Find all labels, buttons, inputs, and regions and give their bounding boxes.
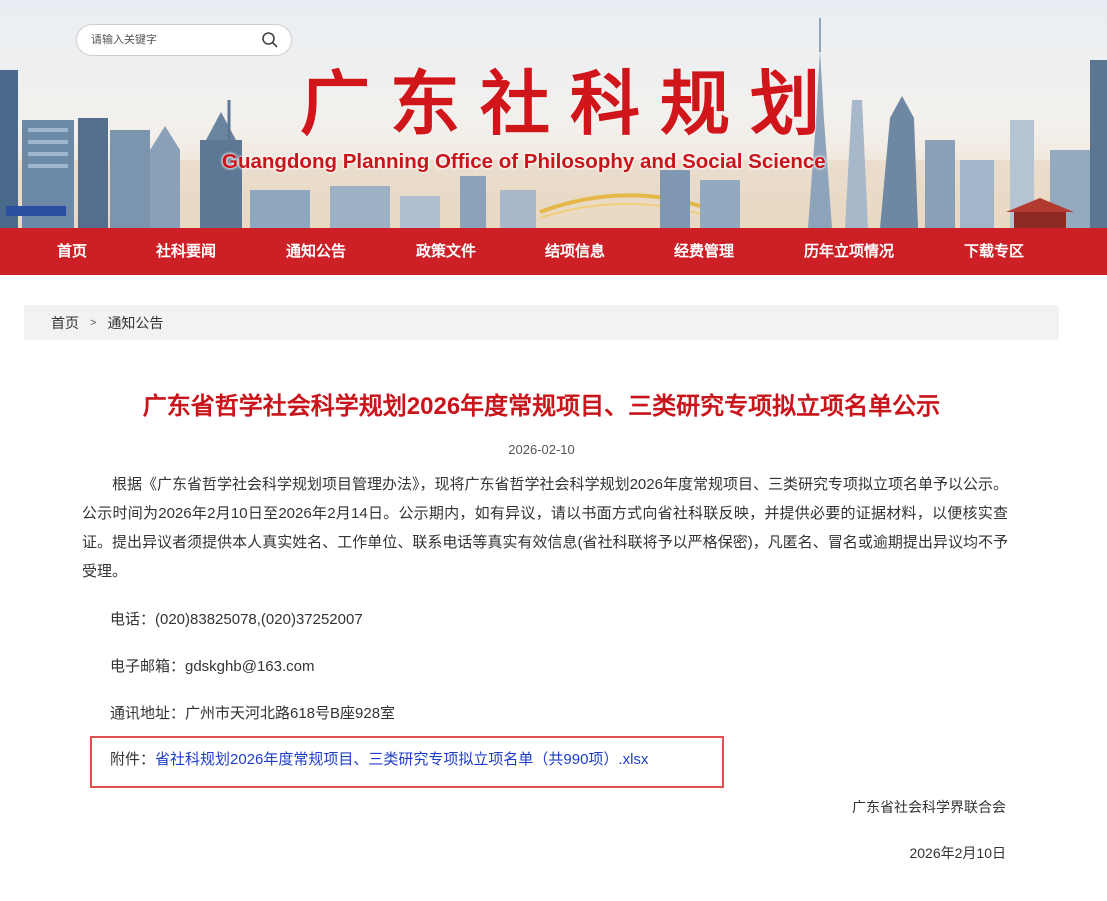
breadcrumb-home-link[interactable]: 首页	[51, 313, 79, 333]
nav-item-downloads[interactable]: 下载专区	[964, 228, 1024, 275]
site-title: 广东社科规划	[300, 62, 840, 145]
article-date: 2026-02-10	[508, 442, 575, 457]
article-title: 广东省哲学社会科学规划2026年度常规项目、三类研究专项拟立项名单公示	[142, 393, 941, 420]
search-input[interactable]	[91, 34, 261, 46]
site-subtitle: Guangdong Planning Office of Philosophy …	[222, 150, 826, 173]
signature-organization: 广东省社会科学界联合会	[852, 799, 1006, 815]
breadcrumb-separator: >	[90, 316, 97, 329]
nav-item-history[interactable]: 历年立项情况	[804, 228, 894, 275]
signature-date: 2026年2月10日	[909, 845, 1006, 861]
article-body: 根据《广东省哲学社会科学规划项目管理办法》，现将广东省哲学社会科学规划2026年…	[82, 476, 1008, 580]
nav-item-policy[interactable]: 政策文件	[416, 228, 476, 275]
search-icon[interactable]	[261, 31, 279, 49]
search-box	[76, 24, 292, 56]
nav-item-home[interactable]: 首页	[57, 228, 87, 275]
contact-phone: 电话：(020)83825078,(020)37252007	[110, 611, 363, 628]
contact-email: 电子邮箱：gdskghb@163.com	[110, 658, 315, 675]
main-nav: 首页 社科要闻 通知公告 政策文件 结项信息 经费管理 历年立项情况 下载专区	[0, 228, 1107, 275]
breadcrumb-current-link[interactable]: 通知公告	[107, 313, 163, 333]
nav-item-completion[interactable]: 结项信息	[545, 228, 605, 275]
attachment-download-link[interactable]: 省社科规划2026年度常规项目、三类研究专项拟立项名单（共990项）.xlsx	[155, 751, 648, 768]
nav-item-news[interactable]: 社科要闻	[156, 228, 216, 275]
nav-item-funding[interactable]: 经费管理	[674, 228, 734, 275]
nav-item-notices[interactable]: 通知公告	[286, 228, 346, 275]
header-banner: 广东社科规划 Guangdong Planning Office of Phil…	[0, 0, 1107, 228]
breadcrumb: 首页 > 通知公告	[24, 305, 1059, 340]
attachment-line: 附件：省社科规划2026年度常规项目、三类研究专项拟立项名单（共990项）.xl…	[110, 748, 648, 769]
attachment-label: 附件：	[110, 751, 156, 768]
contact-address: 通讯地址：广州市天河北路618号B座928室	[110, 705, 396, 722]
